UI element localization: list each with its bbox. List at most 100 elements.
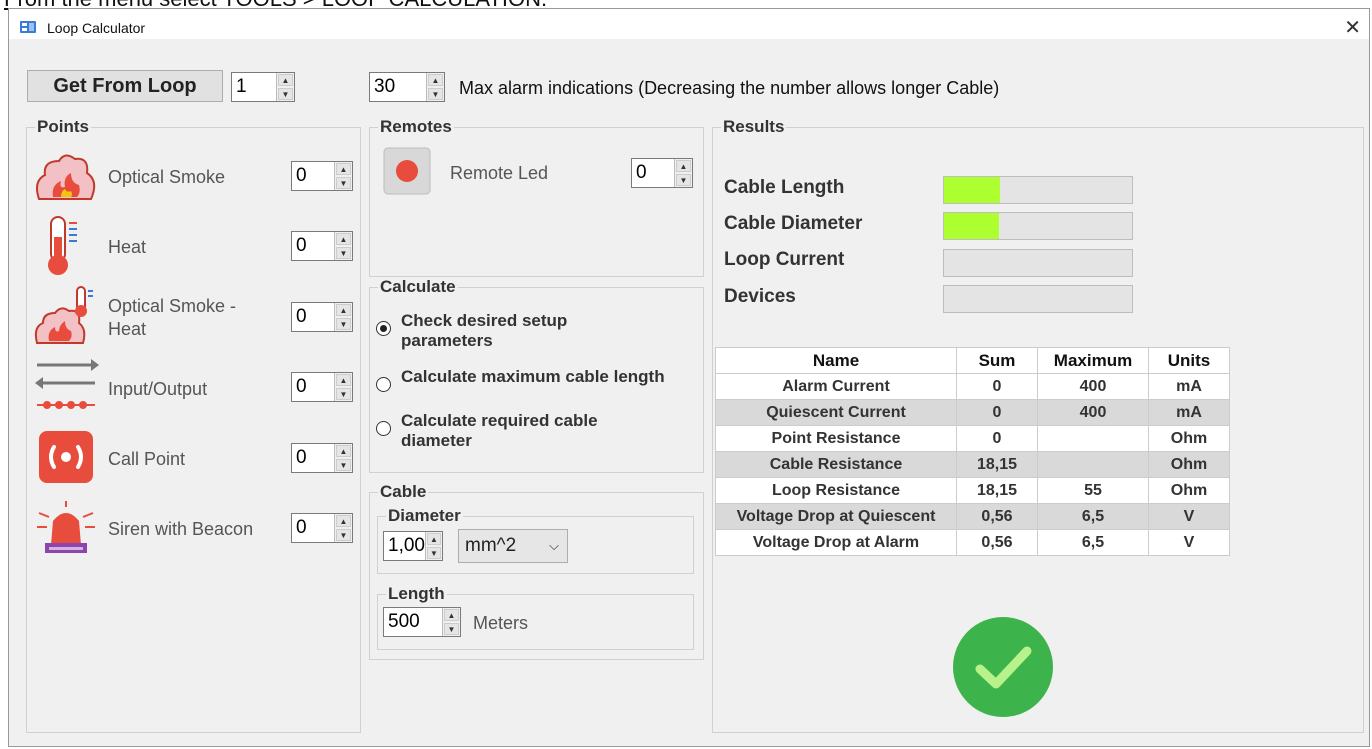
- heat-stepper[interactable]: 0 ▲ ▼: [291, 231, 353, 261]
- remote-led-stepper[interactable]: 0 ▲ ▼: [631, 158, 693, 188]
- table-cell: 0: [956, 425, 1038, 452]
- cable-title: Cable: [378, 482, 429, 502]
- get-from-loop-button[interactable]: Get From Loop: [27, 70, 223, 102]
- table-cell: 0: [956, 399, 1038, 426]
- table-cell: Voltage Drop at Quiescent: [715, 503, 957, 530]
- point-label-call-point: Call Point: [108, 449, 186, 469]
- thermometer-icon: [48, 216, 77, 275]
- call-point-value: 0: [296, 447, 307, 468]
- table-cell: Alarm Current: [715, 373, 957, 400]
- increment-icon[interactable]: ▲: [336, 445, 351, 457]
- increment-icon[interactable]: ▲: [676, 160, 691, 172]
- table-row: Quiescent Current 0 400 mA: [715, 399, 1230, 426]
- decrement-icon[interactable]: ▼: [336, 318, 351, 330]
- table-cell: 55: [1037, 477, 1149, 504]
- table-cell: Ohm: [1148, 425, 1230, 452]
- loop-current-bar: [943, 249, 1133, 277]
- table-row: Voltage Drop at Quiescent 0,56 6,5 V: [715, 503, 1230, 530]
- cable-diameter-bar-fill: [944, 213, 999, 239]
- radio-button[interactable]: [376, 377, 391, 392]
- increment-icon[interactable]: ▲: [426, 533, 441, 545]
- table-cell: [1037, 451, 1149, 478]
- max-alarm-value: 30: [374, 76, 396, 97]
- title-bar: Loop Calculator ✕: [9, 9, 1369, 39]
- table-cell: Ohm: [1148, 477, 1230, 504]
- radio-button[interactable]: [376, 421, 391, 436]
- point-label-optical-smoke: Optical Smoke: [108, 167, 226, 187]
- length-value: 500: [388, 611, 420, 632]
- increment-icon[interactable]: ▲: [428, 74, 443, 86]
- radio-check-setup-line2: parameters: [401, 331, 493, 350]
- point-label-heat: Heat: [108, 237, 147, 257]
- decrement-icon[interactable]: ▼: [444, 623, 459, 635]
- increment-icon[interactable]: ▲: [336, 304, 351, 316]
- optical-smoke-heat-icon: [34, 286, 93, 344]
- radio-button[interactable]: [376, 321, 391, 336]
- optical-smoke-stepper[interactable]: 0 ▲ ▼: [291, 161, 353, 191]
- table-cell: [1037, 425, 1149, 452]
- table-cell: mA: [1148, 373, 1230, 400]
- decrement-icon[interactable]: ▼: [676, 174, 691, 186]
- loop-calculator-window: Loop Calculator ✕ Get From Loop 1 ▲ ▼ 30 …: [8, 8, 1370, 747]
- decrement-icon[interactable]: ▼: [428, 88, 443, 100]
- siren-beacon-icon: [37, 501, 95, 553]
- table-cell: 0,56: [956, 503, 1038, 530]
- increment-icon[interactable]: ▲: [336, 374, 351, 386]
- decrement-icon[interactable]: ▼: [278, 88, 293, 100]
- table-cell: Loop Resistance: [715, 477, 957, 504]
- table-cell: 18,15: [956, 477, 1038, 504]
- point-label-optical-smoke-heat: Optical Smoke -: [108, 296, 237, 316]
- siren-beacon-stepper[interactable]: 0 ▲ ▼: [291, 513, 353, 543]
- input-output-value: 0: [296, 376, 307, 397]
- optical-smoke-heat-stepper[interactable]: 0 ▲ ▼: [291, 302, 353, 332]
- table-cell: Quiescent Current: [715, 399, 957, 426]
- loop-number-stepper[interactable]: 1 ▲ ▼: [231, 72, 295, 102]
- length-stepper[interactable]: 500 ▲ ▼: [383, 607, 461, 637]
- table-cell: 0: [956, 373, 1038, 400]
- table-row: Alarm Current 0 400 mA: [715, 373, 1230, 400]
- increment-icon[interactable]: ▲: [336, 163, 351, 175]
- close-icon[interactable]: ✕: [1344, 15, 1361, 40]
- table-header-row: Name Sum Maximum Units: [715, 347, 1230, 374]
- table-cell: mA: [1148, 399, 1230, 426]
- optical-smoke-icon: [36, 154, 96, 200]
- increment-icon[interactable]: ▲: [336, 515, 351, 527]
- result-label-cable-length: Cable Length: [724, 177, 845, 198]
- results-table: Name Sum Maximum Units Alarm Current 0 400…: [715, 347, 1230, 556]
- increment-icon[interactable]: ▲: [444, 609, 459, 621]
- points-title: Points: [35, 117, 91, 137]
- radio-check-setup[interactable]: Check desired setup parameters: [376, 311, 567, 351]
- decrement-icon[interactable]: ▼: [426, 547, 441, 559]
- diameter-stepper[interactable]: 1,00 ▲ ▼: [383, 531, 443, 561]
- max-alarm-stepper[interactable]: 30 ▲ ▼: [369, 72, 445, 102]
- table-cell: V: [1148, 503, 1230, 530]
- radio-required-diameter[interactable]: Calculate required cable diameter: [376, 411, 598, 451]
- column-header: Sum: [956, 347, 1038, 374]
- calculate-title: Calculate: [378, 277, 458, 297]
- table-row: Cable Resistance 18,15 Ohm: [715, 451, 1230, 478]
- optical-smoke-value: 0: [296, 165, 307, 186]
- decrement-icon[interactable]: ▼: [336, 388, 351, 400]
- loop-number-value: 1: [236, 76, 247, 97]
- optical-smoke-heat-value: 0: [296, 306, 307, 327]
- table-cell: 6,5: [1037, 503, 1149, 530]
- call-point-icon: [39, 431, 93, 483]
- diameter-unit-select[interactable]: mm^2 ⌵: [458, 529, 568, 563]
- increment-icon[interactable]: ▲: [278, 74, 293, 86]
- increment-icon[interactable]: ▲: [336, 233, 351, 245]
- table-cell: 6,5: [1037, 529, 1149, 556]
- window-title: Loop Calculator: [47, 20, 146, 36]
- devices-bar: [943, 285, 1133, 313]
- input-output-stepper[interactable]: 0 ▲ ▼: [291, 372, 353, 402]
- decrement-icon[interactable]: ▼: [336, 177, 351, 189]
- decrement-icon[interactable]: ▼: [336, 247, 351, 259]
- radio-required-diameter-line2: diameter: [401, 431, 472, 450]
- call-point-stepper[interactable]: 0 ▲ ▼: [291, 443, 353, 473]
- decrement-icon[interactable]: ▼: [336, 459, 351, 471]
- table-row: Loop Resistance 18,15 55 Ohm: [715, 477, 1230, 504]
- remote-led-label: Remote Led: [450, 163, 549, 183]
- remote-led-value: 0: [636, 162, 647, 183]
- decrement-icon[interactable]: ▼: [336, 529, 351, 541]
- radio-max-cable-length[interactable]: Calculate maximum cable length: [376, 367, 665, 392]
- column-header: Name: [715, 347, 957, 374]
